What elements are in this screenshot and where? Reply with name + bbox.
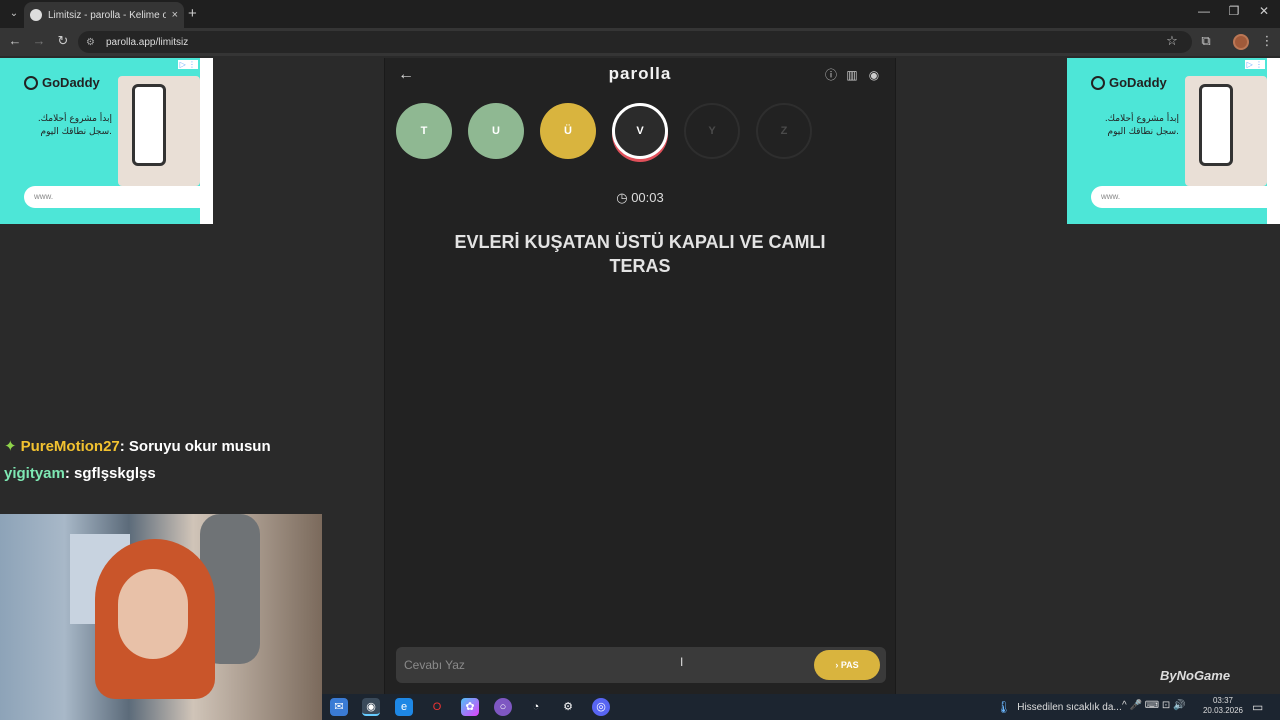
letter-label: V: [636, 125, 644, 137]
answer-input[interactable]: [404, 655, 804, 675]
tab-title: Limitsiz - parolla - Kelime oyunu: [48, 9, 166, 21]
tab-search-dropdown[interactable]: ⌄: [6, 6, 22, 22]
obs-app-icon[interactable]: ○: [494, 698, 512, 716]
clock-date: 20.03.2026: [1202, 706, 1244, 715]
letter-label: U: [492, 125, 500, 137]
pass-button[interactable]: › PAS: [814, 650, 880, 680]
notification-icon[interactable]: ▭: [1252, 700, 1263, 714]
stats-icon[interactable]: ▥: [844, 67, 860, 83]
chat-message: yigityam: sgflşskglşs: [4, 465, 156, 482]
clock-icon: ◷: [616, 190, 628, 205]
ad-brand: GoDaddy: [1109, 75, 1167, 90]
weather-text: Hissedilen sıcaklık da...: [1017, 701, 1122, 713]
parolla-favicon-icon: [30, 9, 42, 21]
badge-icon: ✦: [4, 438, 17, 455]
letter-circle: Ü: [540, 103, 596, 159]
opera-app-icon[interactable]: O: [428, 698, 446, 716]
reload-button[interactable]: ↻: [54, 33, 72, 49]
info-icon[interactable]: ⓘ: [823, 67, 839, 83]
letter-circle: V: [612, 103, 668, 159]
taskbar-clock[interactable]: 03:37 20.03.2026: [1198, 696, 1248, 716]
ad-url-field: www.: [24, 186, 200, 208]
tab-close-icon[interactable]: ×: [172, 9, 178, 21]
ad-text: إبدأ مشروع أحلامك. سجل نطاقك اليوم.: [37, 114, 112, 137]
new-tab-button[interactable]: +: [188, 5, 197, 22]
ad-edge: [1267, 58, 1280, 224]
discord-app-icon[interactable]: ◎: [592, 698, 610, 716]
copilot-app-icon[interactable]: ✿: [461, 698, 479, 716]
ad-text: إبدأ مشروع أحلامك. سجل نطاقك اليوم.: [1104, 114, 1179, 137]
thermometer-icon: 🌡: [996, 700, 1012, 714]
question-text: EVLERİ KUŞATAN ÜSTÜ KAPALI VE CAMLI TERA…: [454, 232, 826, 276]
edge-app-icon[interactable]: e: [395, 698, 413, 716]
ad-brand: GoDaddy: [42, 75, 100, 90]
url-text: parolla.app/limitsiz: [106, 36, 189, 48]
forward-button[interactable]: →: [30, 33, 48, 48]
timer: ◷ 00:03: [590, 190, 690, 206]
bookmark-star-icon[interactable]: ☆: [1163, 33, 1181, 49]
ad-url-field: www.: [1091, 186, 1267, 208]
extensions-icon[interactable]: ⧉: [1197, 33, 1215, 49]
ad-edge: [200, 58, 213, 224]
chat-message: ✦ PureMotion27: Soruyu okur musun: [4, 437, 271, 455]
back-button[interactable]: ←: [6, 33, 24, 48]
letter-label: Ü: [564, 125, 572, 137]
mail-app-icon[interactable]: ✉: [330, 698, 348, 716]
profile-icon[interactable]: ◉: [866, 67, 882, 83]
godaddy-logo: GoDaddy: [1091, 75, 1167, 90]
clock-time: 03:37: [1212, 696, 1234, 705]
answer-bar: › PAS: [396, 647, 886, 683]
chat-username: yigityam: [4, 465, 65, 482]
left-ad-banner[interactable]: GoDaddy إبدأ مشروع أحلامك. سجل نطاقك الي…: [0, 58, 200, 224]
browser-menu-icon[interactable]: ⋮: [1258, 33, 1276, 49]
letter-circle: T: [396, 103, 452, 159]
chrome-app-icon[interactable]: ◉: [362, 698, 380, 716]
godaddy-logo: GoDaddy: [24, 75, 100, 90]
letter-label: Y: [708, 125, 716, 137]
letter-label: T: [420, 125, 428, 137]
chat-username: PureMotion27: [20, 438, 120, 455]
browser-tab[interactable]: Limitsiz - parolla - Kelime oyunu ×: [24, 2, 184, 28]
phone-image: [1185, 76, 1267, 186]
weather-widget[interactable]: 🌡 Hissedilen sıcaklık da...: [996, 700, 1122, 714]
letter-label: Z: [780, 125, 788, 137]
watermark-logo: ByNoGame: [1160, 668, 1231, 683]
chat-text: : sgflşskglşs: [64, 465, 156, 482]
webcam-overlay: [0, 514, 322, 720]
adchoices-icon[interactable]: ▷ ⋮: [1244, 60, 1265, 69]
stream-app-icon[interactable]: ◔: [527, 698, 545, 716]
timer-value: 00:03: [631, 190, 664, 205]
site-info-icon[interactable]: ⚙: [86, 37, 98, 48]
letter-circle: Z: [756, 103, 812, 159]
chat-text: : Soruyu okur musun: [119, 438, 271, 455]
right-ad-banner[interactable]: GoDaddy إبدأ مشروع أحلامك. سجل نطاقك الي…: [1067, 58, 1267, 224]
profile-avatar[interactable]: [1233, 34, 1249, 50]
adchoices-icon[interactable]: ▷ ⋮: [177, 60, 198, 69]
settings-gear-icon[interactable]: ⚙: [559, 698, 577, 716]
system-tray[interactable]: ^ 🎤 ⌨ ⊡ 🔊: [1122, 700, 1186, 711]
address-bar[interactable]: ⚙ parolla.app/limitsiz: [78, 31, 1192, 53]
window-close-button[interactable]: ✕: [1244, 4, 1280, 18]
letter-circle: Y: [684, 103, 740, 159]
letter-circle: U: [468, 103, 524, 159]
text-cursor-icon: I: [680, 655, 684, 669]
game-title: parolla: [608, 64, 672, 83]
phone-image: [118, 76, 200, 186]
game-back-arrow-icon[interactable]: ←: [398, 66, 414, 84]
